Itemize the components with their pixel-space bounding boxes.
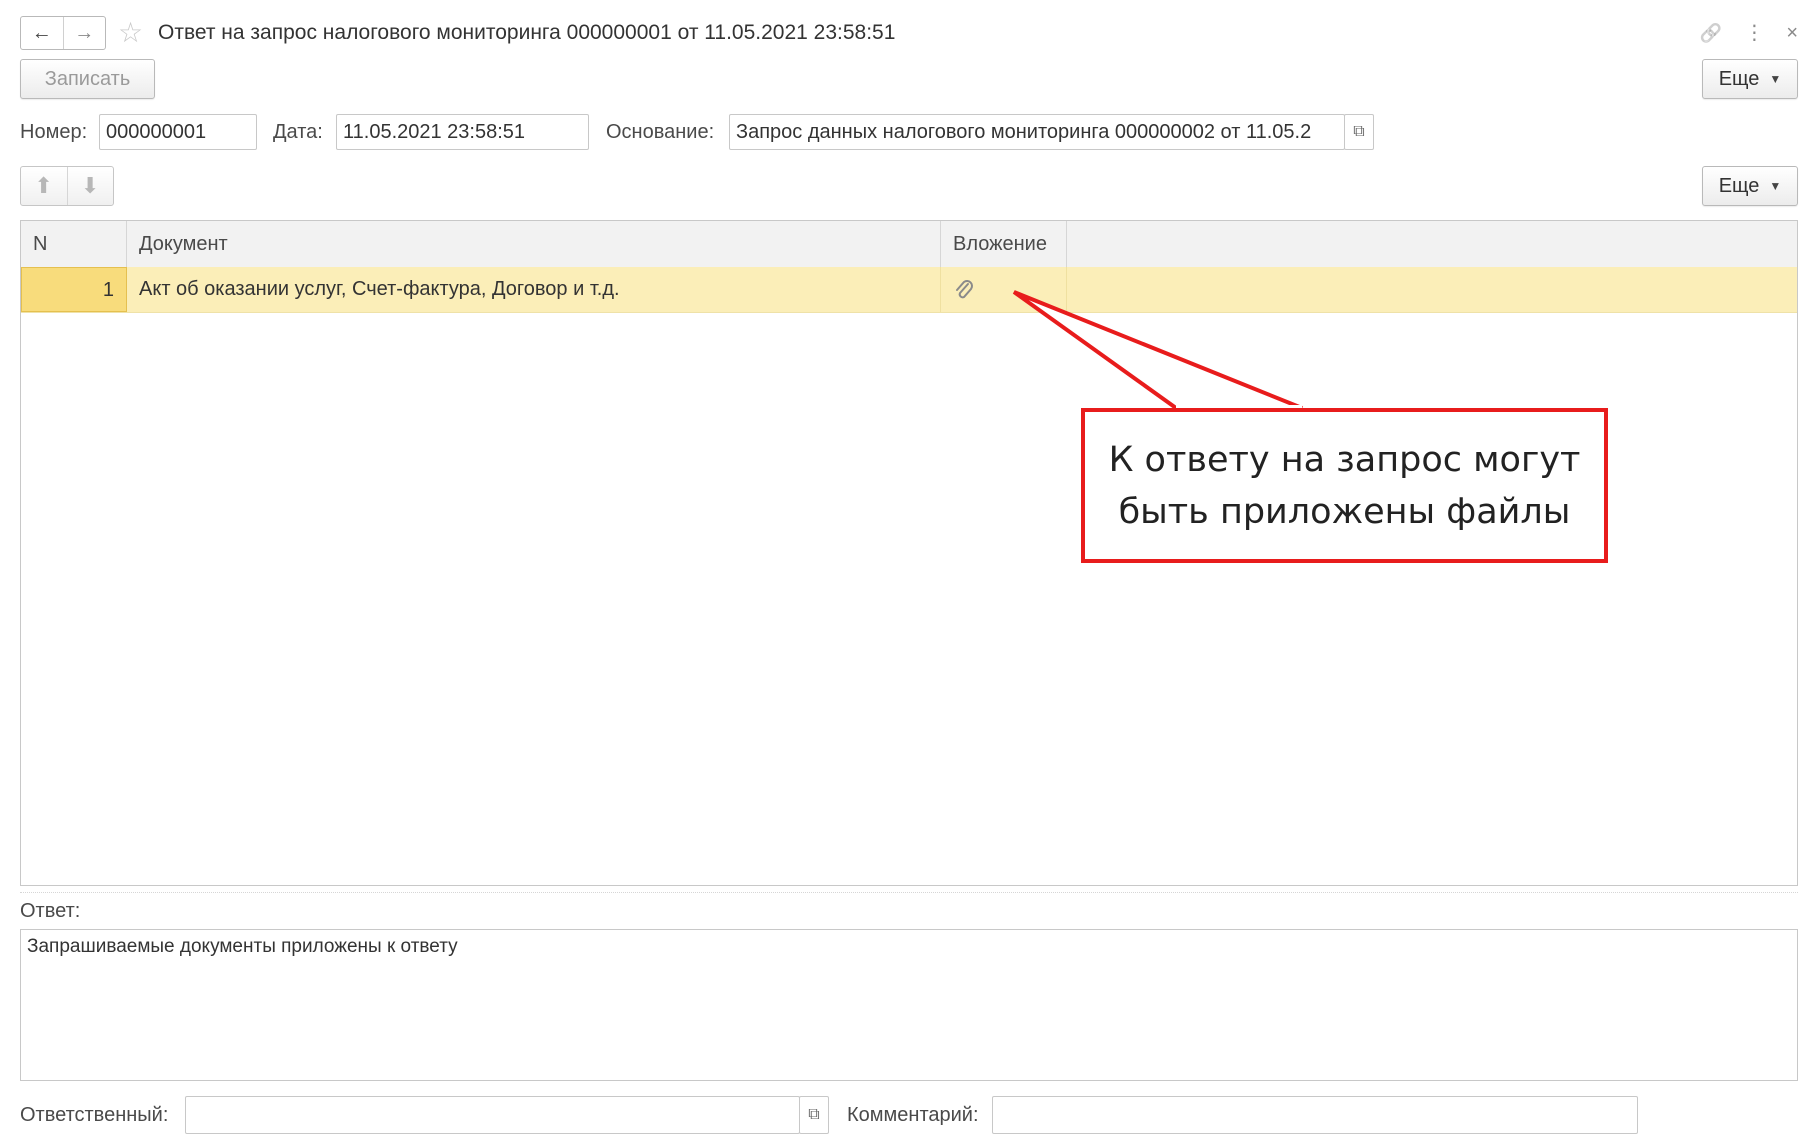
callout-box: К ответу на запрос могут быть приложены …: [1081, 408, 1608, 563]
answer-label: Ответ:: [20, 900, 81, 922]
answer-textarea[interactable]: Запрашиваемые документы приложены к отве…: [20, 929, 1798, 1081]
responsible-label: Ответственный:: [20, 1104, 169, 1126]
comment-field[interactable]: [992, 1096, 1638, 1134]
responsible-field[interactable]: [185, 1096, 800, 1134]
callout-line-2: быть приложены файлы: [1118, 491, 1571, 532]
divider: [20, 892, 1798, 893]
comment-label: Комментарий:: [847, 1104, 979, 1126]
open-responsible-icon[interactable]: ⧉: [799, 1096, 829, 1134]
callout-line-1: К ответу на запрос могут: [1108, 439, 1581, 480]
